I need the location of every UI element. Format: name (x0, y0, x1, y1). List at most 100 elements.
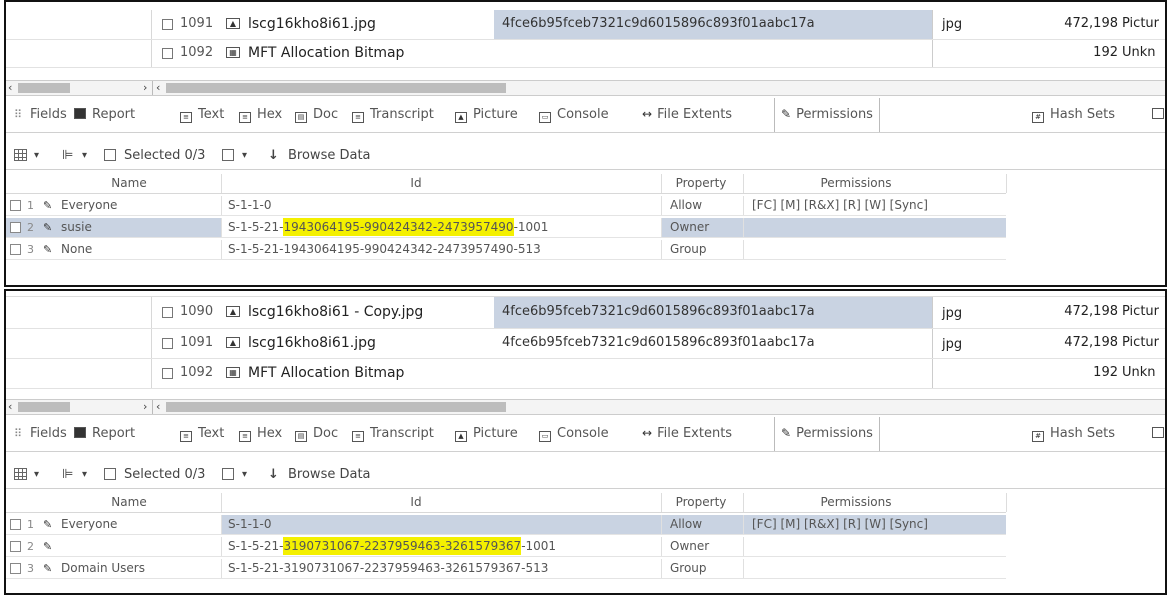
chevron-down-icon[interactable]: ▾ (82, 461, 87, 488)
scroll-right-icon[interactable]: › (143, 81, 147, 95)
row-checkbox[interactable] (162, 48, 173, 59)
overflow-tab-icon[interactable] (1152, 417, 1165, 451)
horizontal-scrollbar[interactable]: ‹ › ‹ (6, 399, 1165, 415)
tab-hash-sets[interactable]: # Hash Sets (1032, 417, 1115, 451)
permission-row[interactable]: 1 ✎ Everyone S-1-1-0 Allow [FC] [M] [R&X… (6, 515, 1006, 535)
chevron-down-icon[interactable]: ▾ (34, 461, 39, 488)
tab-file-extents[interactable]: ↔ File Extents (642, 98, 732, 132)
browse-data-button[interactable]: Browse Data (288, 142, 371, 169)
tab-fields[interactable]: Fields (30, 98, 67, 132)
row-checkbox[interactable] (10, 541, 21, 552)
principal-name: Everyone (61, 198, 118, 212)
row-checkbox[interactable] (162, 307, 173, 318)
picture-icon: ▲ (226, 18, 240, 29)
overflow-tab-icon[interactable] (1152, 98, 1165, 132)
row-checkbox[interactable] (162, 338, 173, 349)
sid-cell: S-1-5-21-1943064195-990424342-2473957490… (228, 218, 549, 236)
scroll-left-icon[interactable]: ‹ (8, 400, 12, 414)
scroll-left-icon[interactable]: ‹ (8, 81, 12, 95)
tab-text[interactable]: ≡ Text (180, 417, 224, 451)
col-id[interactable]: Id (336, 174, 496, 193)
column-options-icon[interactable] (222, 142, 234, 169)
permission-row[interactable]: 1 ✎ Everyone S-1-1-0 Allow [FC] [M] [R&X… (6, 196, 1006, 216)
column-options-icon[interactable] (222, 461, 234, 488)
permission-row[interactable]: 3 ✎ Domain Users S-1-5-21-3190731067-223… (6, 559, 1006, 579)
tab-text[interactable]: ≡ Text (180, 98, 224, 132)
tab-permissions[interactable]: ✎ Permissions (774, 417, 880, 451)
hash-sets-icon: # (1032, 431, 1044, 442)
tab-picture[interactable]: ▲ Picture (455, 98, 518, 132)
scroll-left-icon[interactable]: ‹ (156, 400, 160, 414)
file-row[interactable]: 1092 ▦ MFT Allocation Bitmap 192 Unkn (6, 40, 1165, 68)
chevron-down-icon[interactable]: ▾ (242, 142, 247, 169)
more-tabs-icon (1152, 108, 1164, 119)
col-name[interactable]: Name (84, 493, 174, 512)
col-permissions[interactable]: Permissions (786, 174, 926, 193)
row-checkbox[interactable] (10, 222, 21, 233)
file-row[interactable]: 1092 ▦ MFT Allocation Bitmap 192 Unkn (6, 359, 1165, 389)
scroll-right-icon[interactable]: › (143, 400, 147, 414)
tab-permissions[interactable]: ✎ Permissions (774, 98, 880, 132)
browse-data-button[interactable]: Browse Data (288, 461, 371, 488)
row-checkbox[interactable] (10, 244, 21, 255)
row-checkbox[interactable] (10, 563, 21, 574)
col-property[interactable]: Property (661, 174, 741, 193)
grid-view-icon[interactable] (14, 461, 27, 488)
row-checkbox[interactable] (10, 200, 21, 211)
tab-transcript[interactable]: ≡ Transcript (352, 98, 434, 132)
file-size: 472,198 (1064, 16, 1118, 31)
row-checkbox[interactable] (162, 368, 173, 379)
tab-hex[interactable]: ≡ Hex (239, 98, 282, 132)
drag-handle-icon[interactable]: ⠿ (14, 98, 22, 131)
tree-view-icon[interactable]: ⊫ (62, 461, 73, 488)
file-row[interactable]: 1090 ▲ lscg16kho8i61 - Copy.jpg 4fce6b95… (6, 297, 1165, 329)
tab-console[interactable]: ▭ Console (539, 98, 609, 132)
tab-picture[interactable]: ▲ Picture (455, 417, 518, 451)
scroll-thumb[interactable] (166, 402, 506, 412)
permission-row[interactable]: 2 ✎ susie S-1-5-21-1943064195-990424342-… (6, 218, 1006, 238)
permission-row[interactable]: 2 ✎ S-1-5-21-3190731067-2237959463-32615… (6, 537, 1006, 557)
browse-data-icon[interactable]: ↓ (268, 461, 279, 488)
permission-row[interactable]: 3 ✎ None S-1-5-21-1943064195-990424342-2… (6, 240, 1006, 260)
select-all-checkbox[interactable] (104, 461, 116, 488)
chevron-down-icon[interactable]: ▾ (82, 142, 87, 169)
col-property[interactable]: Property (661, 493, 741, 512)
tab-report[interactable]: Report (74, 417, 135, 451)
col-id[interactable]: Id (336, 493, 496, 512)
horizontal-scrollbar[interactable]: ‹ › ‹ (6, 80, 1165, 96)
tab-console[interactable]: ▭ Console (539, 417, 609, 451)
tab-doc[interactable]: ▤ Doc (295, 98, 338, 132)
scroll-thumb[interactable] (18, 402, 70, 412)
file-row[interactable]: 1091 ▲ lscg16kho8i61.jpg 4fce6b95fceb732… (6, 329, 1165, 359)
file-size: 192 (1093, 45, 1118, 60)
scroll-thumb[interactable] (18, 83, 70, 93)
chevron-down-icon[interactable]: ▾ (34, 142, 39, 169)
scroll-left-icon[interactable]: ‹ (156, 81, 160, 95)
tab-transcript[interactable]: ≡ Transcript (352, 417, 434, 451)
tab-report[interactable]: Report (74, 98, 135, 132)
chevron-down-icon[interactable]: ▾ (242, 461, 247, 488)
sid-highlight: 1943064195-990424342-2473957490 (283, 218, 514, 236)
row-checkbox[interactable] (162, 19, 173, 30)
picture-icon: ▲ (226, 306, 240, 317)
col-name[interactable]: Name (84, 174, 174, 193)
scroll-thumb[interactable] (166, 83, 506, 93)
tab-hash-sets[interactable]: # Hash Sets (1032, 98, 1115, 132)
select-all-checkbox[interactable] (104, 142, 116, 169)
col-permissions[interactable]: Permissions (786, 493, 926, 512)
browse-data-icon[interactable]: ↓ (268, 142, 279, 169)
file-ext: jpg (942, 306, 963, 321)
grid-view-icon[interactable] (14, 142, 27, 169)
text-icon: ≡ (180, 112, 192, 123)
tab-bar: ⠿ Fields Report ≡ Text ≡ Hex ▤ Doc ≡ Transcr… (6, 98, 1165, 133)
tab-doc[interactable]: ▤ Doc (295, 417, 338, 451)
row-checkbox[interactable] (10, 519, 21, 530)
tab-fields[interactable]: Fields (30, 417, 67, 451)
tab-file-extents[interactable]: ↔ File Extents (642, 417, 732, 451)
file-size: 472,198 (1064, 304, 1118, 319)
tree-view-icon[interactable]: ⊫ (62, 142, 73, 169)
tab-hex[interactable]: ≡ Hex (239, 417, 282, 451)
drag-handle-icon[interactable]: ⠿ (14, 417, 22, 450)
file-row[interactable]: 1091 ▲ lscg16kho8i61.jpg 4fce6b95fceb732… (6, 10, 1165, 40)
text-icon: ≡ (180, 431, 192, 442)
